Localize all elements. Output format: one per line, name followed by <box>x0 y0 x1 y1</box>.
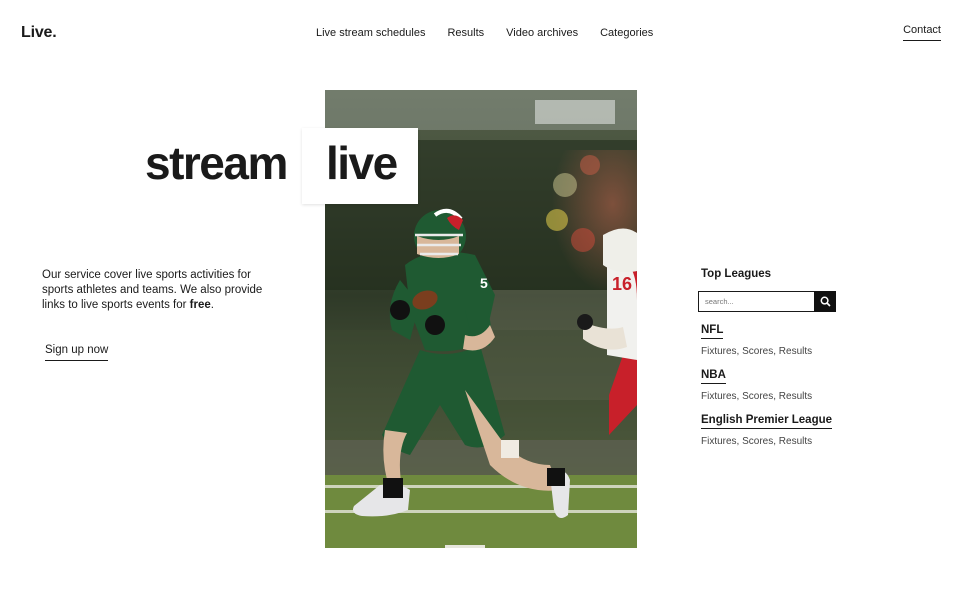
intro-description: Our service cover live sports activities… <box>42 268 282 313</box>
intro-text: Our service cover live sports activities… <box>42 269 263 311</box>
svg-text:16: 16 <box>612 274 632 294</box>
intro-free: free <box>189 299 211 311</box>
svg-text:5: 5 <box>480 275 488 291</box>
contact-link[interactable]: Contact <box>903 24 941 41</box>
signup-link[interactable]: Sign up now <box>45 344 109 361</box>
league-link-english-premier-league[interactable]: English Premier League <box>701 414 833 429</box>
league-link-nba[interactable]: NBA <box>701 369 726 384</box>
league-item-nfl: NFL Fixtures, Scores, Results <box>701 312 838 357</box>
league-item-epl: English Premier League Fixtures, Scores,… <box>701 402 838 447</box>
site-logo[interactable]: Live. <box>21 24 57 42</box>
top-leagues-title: Top Leagues <box>701 268 772 280</box>
league-link-nfl[interactable]: NFL <box>701 324 724 339</box>
league-item-nba: NBA Fixtures, Scores, Results <box>701 357 838 402</box>
search-button[interactable] <box>814 291 836 312</box>
nav-categories[interactable]: Categories <box>600 27 653 39</box>
main-nav: Live stream schedules Results Video arch… <box>316 27 653 39</box>
league-search <box>698 291 836 312</box>
hero-word-stream: stream <box>145 137 288 189</box>
intro-period: . <box>210 299 214 311</box>
search-icon <box>820 296 831 307</box>
nav-video-archives[interactable]: Video archives <box>506 27 578 39</box>
search-input[interactable] <box>698 291 814 312</box>
nav-live-stream-schedules[interactable]: Live stream schedules <box>316 27 425 39</box>
top-leagues-panel: Top Leagues NFL Fixtures, Scores, Result… <box>698 268 838 447</box>
league-subtitle: Fixtures, Scores, Results <box>701 391 813 402</box>
league-subtitle: Fixtures, Scores, Results <box>701 346 813 357</box>
league-subtitle: Fixtures, Scores, Results <box>701 436 813 447</box>
nav-results[interactable]: Results <box>447 27 484 39</box>
hero-word-live: live <box>326 137 398 189</box>
